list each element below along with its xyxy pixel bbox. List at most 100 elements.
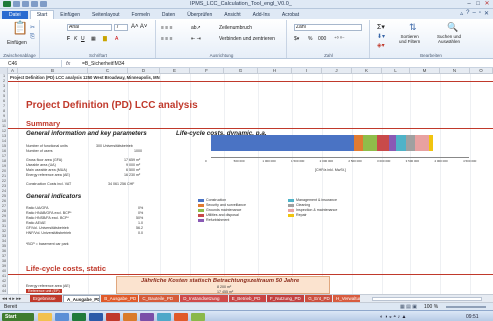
minimize-icon[interactable]: – <box>465 1 473 7</box>
formula-input[interactable]: =B_Sicherheit!M34 <box>82 60 124 68</box>
merge-center-button[interactable]: Verbinden und zentrieren <box>219 36 275 42</box>
font-name-select[interactable]: Arial <box>67 24 112 31</box>
thousands-button[interactable]: 000 <box>318 36 326 42</box>
wrap-text-button[interactable]: Zeilenumbruch <box>219 25 252 31</box>
window-minimize-icon[interactable]: – <box>472 10 475 17</box>
find-icon[interactable]: 🔍 <box>447 23 458 32</box>
row-header[interactable]: 33 <box>0 234 7 238</box>
taskbar-app-icon[interactable] <box>191 313 205 321</box>
underline-button[interactable]: U <box>81 36 85 42</box>
window-close-icon[interactable]: ✕ <box>484 10 489 17</box>
row-header[interactable]: 1 <box>0 74 7 78</box>
font-size-select[interactable]: 7 <box>114 24 128 31</box>
tab-view[interactable]: Ansicht <box>218 11 246 19</box>
row-header[interactable]: 35 <box>0 244 7 248</box>
tab-acrobat[interactable]: Acrobat <box>276 11 305 19</box>
align-left-icon[interactable]: ≡ ≡ ≡ <box>161 36 173 42</box>
taskbar-pdf-icon[interactable] <box>106 313 120 321</box>
row-header[interactable]: 4 <box>0 89 7 93</box>
row-header[interactable]: 11 <box>0 124 7 128</box>
minimize-ribbon-icon[interactable]: ▵ <box>460 10 463 17</box>
bold-button[interactable]: F <box>67 36 70 42</box>
name-box[interactable]: C46 <box>2 60 62 68</box>
taskbar-outlook-icon[interactable] <box>123 313 137 321</box>
row-header[interactable]: 39 <box>0 264 7 268</box>
row-header[interactable]: 42 <box>0 279 7 283</box>
maximize-icon[interactable]: □ <box>474 1 482 7</box>
tab-insert[interactable]: Einfügen <box>54 11 86 19</box>
zoom-slider[interactable] <box>446 306 486 308</box>
save-icon[interactable] <box>13 1 20 7</box>
row-header[interactable]: 31 <box>0 224 7 228</box>
tab-review[interactable]: Überprüfen <box>181 11 218 19</box>
row-header[interactable]: 19 <box>0 164 7 168</box>
row-header[interactable]: 12 <box>0 129 7 133</box>
row-header[interactable]: 3 <box>0 84 7 88</box>
cut-icon[interactable]: ✂ <box>30 24 35 33</box>
taskbar-app-icon[interactable] <box>174 313 188 321</box>
row-header[interactable]: 21 <box>0 174 7 178</box>
tab-page-layout[interactable]: Seitenlayout <box>86 11 126 19</box>
row-header[interactable]: 34 <box>0 239 7 243</box>
help-icon[interactable]: ? <box>466 10 469 17</box>
fill-color-icon[interactable]: ▇ <box>103 36 107 42</box>
tab-data[interactable]: Daten <box>156 11 181 19</box>
percent-button[interactable]: % <box>308 36 312 42</box>
taskbar-app-icon[interactable] <box>140 313 154 321</box>
paste-icon[interactable]: 📋 <box>12 21 28 34</box>
align-top-icon[interactable]: ≡ ≡ ≡ <box>161 25 173 31</box>
tray-icons[interactable]: ◐ ◑ ◒ ◓ ♪ ▲ <box>380 313 460 321</box>
taskbar-excel-icon[interactable] <box>72 313 86 321</box>
italic-button[interactable]: K <box>74 36 77 42</box>
lcc-chart[interactable]: 0 500 000 1 000 000 1 500 000 2 000 000 2 500… <box>195 127 488 189</box>
grow-font-icon[interactable]: A˄ A˅ <box>131 24 147 30</box>
row-header[interactable]: 13 <box>0 134 7 138</box>
row-header[interactable]: 30 <box>0 219 7 223</box>
find-select-button[interactable]: Suchen und Auswählen <box>437 34 461 44</box>
sort-filter-button[interactable]: Sortieren und Filtern <box>399 34 420 44</box>
row-header[interactable]: 7 <box>0 104 7 108</box>
row-header[interactable]: 27 <box>0 204 7 208</box>
window-restore-icon[interactable]: ▫ <box>479 10 481 17</box>
paste-button[interactable]: Einfügen <box>7 40 27 46</box>
orientation-icon[interactable]: ab↗ <box>191 25 201 31</box>
sort-filter-icon[interactable]: ⇅ <box>409 23 417 32</box>
clear-icon[interactable]: ◈▾ <box>377 42 385 49</box>
taskbar-word-icon[interactable] <box>89 313 103 321</box>
row-header[interactable]: 41 <box>0 274 7 278</box>
taskbar-app-icon[interactable] <box>157 313 171 321</box>
worksheet[interactable]: Project Definition (PD) LCC analysis 125… <box>8 74 493 294</box>
row-header[interactable]: 2 <box>0 79 7 83</box>
row-header[interactable]: 26 <box>0 199 7 203</box>
row-header[interactable]: 6 <box>0 99 7 103</box>
row-header[interactable]: 15 <box>0 144 7 148</box>
row-header[interactable]: 23 <box>0 184 7 188</box>
row-header[interactable]: 22 <box>0 179 7 183</box>
fill-icon[interactable]: ⬇▾ <box>377 33 385 40</box>
row-header[interactable]: 25 <box>0 194 7 198</box>
row-header[interactable]: 40 <box>0 269 7 273</box>
taskbar-ie-icon[interactable] <box>55 313 69 321</box>
start-button[interactable]: Start <box>2 313 34 321</box>
row-header[interactable]: 17 <box>0 154 7 158</box>
tab-addins[interactable]: Add-Ins <box>247 11 276 19</box>
row-header[interactable]: 44 <box>0 289 7 293</box>
row-header[interactable]: 9 <box>0 114 7 118</box>
row-header[interactable]: 16 <box>0 149 7 153</box>
redo-icon[interactable] <box>31 1 38 7</box>
font-color-icon[interactable]: A <box>115 36 118 42</box>
horizontal-scrollbar[interactable] <box>372 297 482 301</box>
taskbar-explorer-icon[interactable] <box>38 313 52 321</box>
autosum-icon[interactable]: Σ▾ <box>377 23 385 31</box>
fx-icon[interactable]: fx <box>66 60 70 68</box>
tab-file[interactable]: Datei <box>2 11 28 19</box>
copy-icon[interactable]: ⎘ <box>30 33 35 42</box>
row-header[interactable]: 8 <box>0 109 7 113</box>
undo-icon[interactable] <box>22 1 29 7</box>
currency-icon[interactable]: $▾ <box>294 36 299 42</box>
row-header[interactable]: 28 <box>0 209 7 213</box>
row-header[interactable]: 10 <box>0 119 7 123</box>
row-header[interactable]: 5 <box>0 94 7 98</box>
row-header[interactable]: 18 <box>0 159 7 163</box>
row-header[interactable]: 37 <box>0 254 7 258</box>
